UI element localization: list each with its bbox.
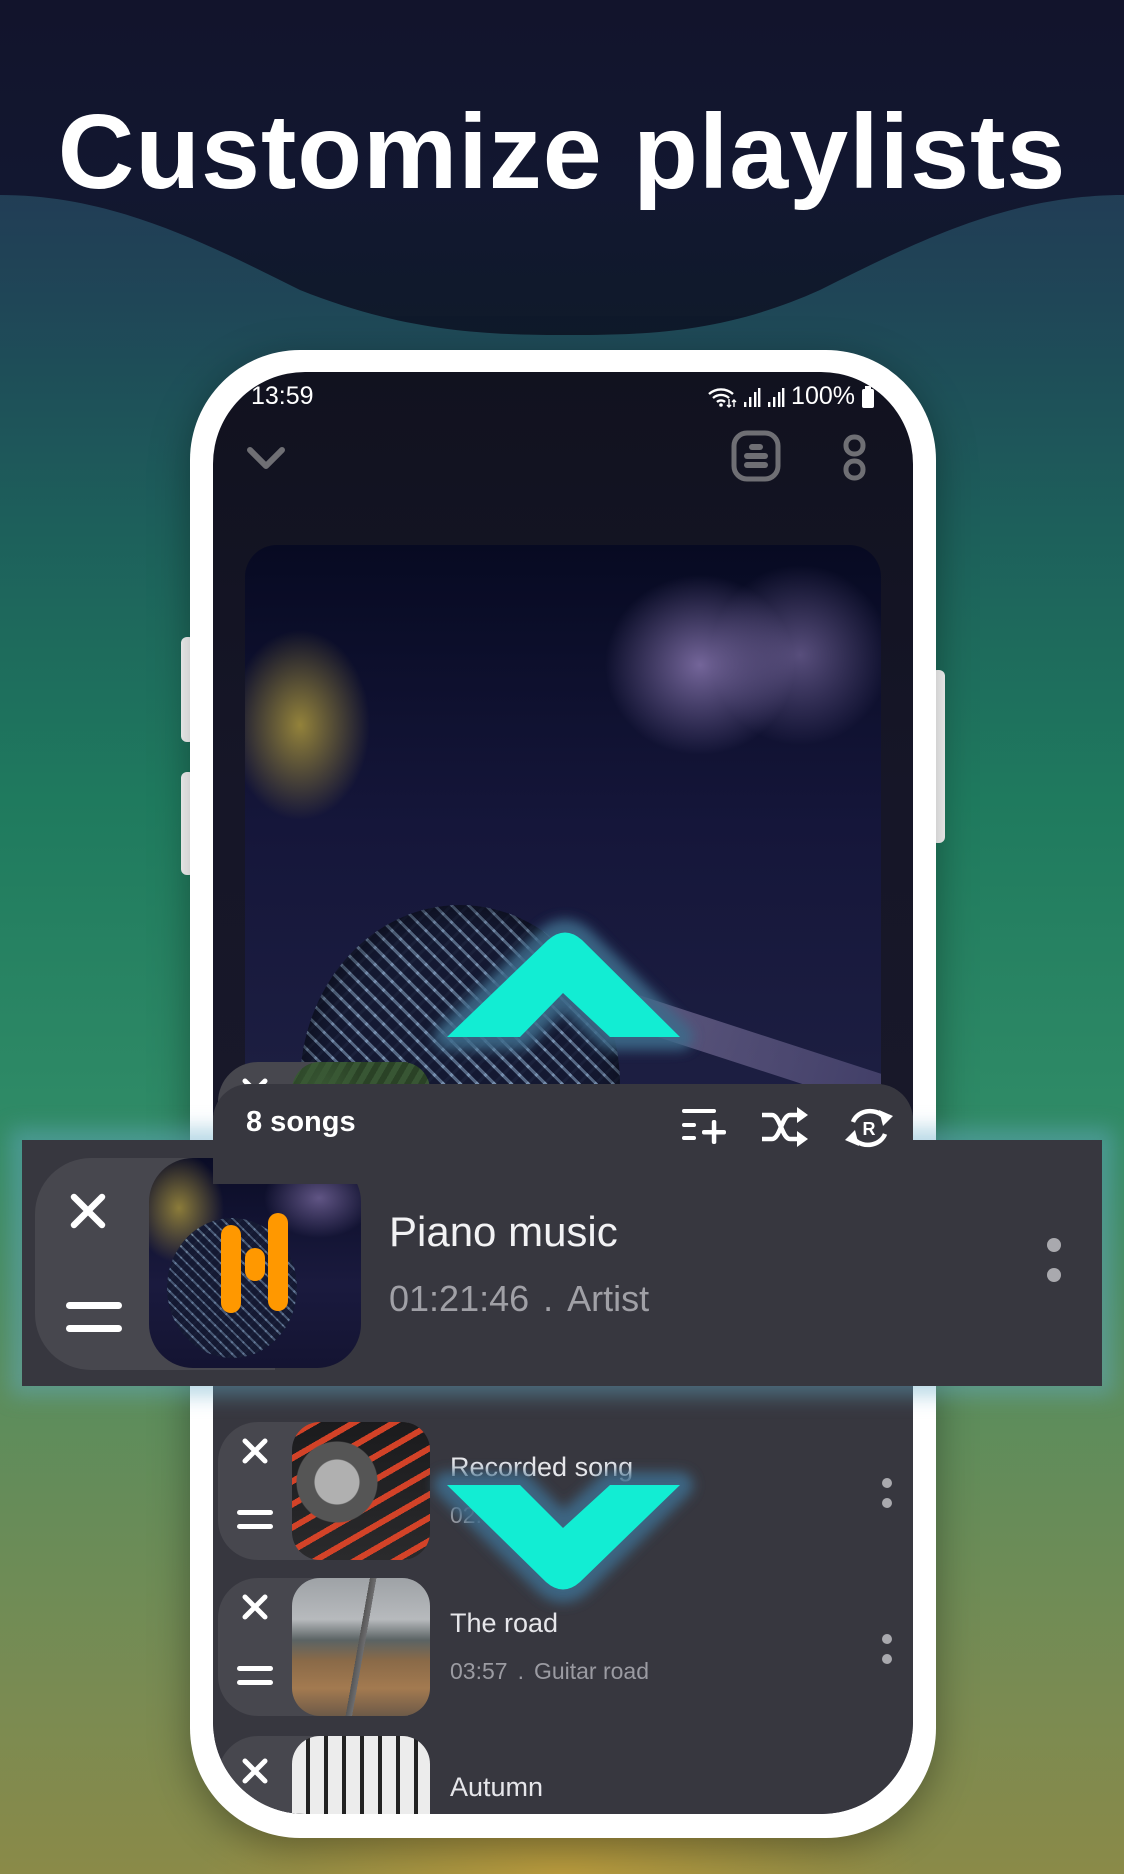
songs-count: 8 songs bbox=[246, 1106, 356, 1138]
song-row[interactable]: Autumn bbox=[218, 1736, 908, 1814]
shuffle-icon bbox=[762, 1107, 808, 1147]
song-subtitle: 01:21:46. Artist bbox=[389, 1278, 649, 1320]
song-subtitle: 03:57. Guitar road bbox=[450, 1658, 649, 1685]
app-logo-icon bbox=[221, 1213, 288, 1313]
separator: . bbox=[517, 1658, 524, 1684]
close-icon[interactable] bbox=[240, 1756, 270, 1786]
song-duration: 03:57 bbox=[450, 1658, 508, 1684]
collapse-button[interactable] bbox=[243, 436, 289, 482]
lyrics-button[interactable] bbox=[731, 430, 781, 482]
close-icon[interactable] bbox=[240, 1592, 270, 1622]
song-more-button[interactable] bbox=[880, 1472, 894, 1512]
status-icons: 100% bbox=[707, 382, 875, 411]
repeat-badge: R bbox=[863, 1119, 876, 1139]
drag-handle-icon[interactable] bbox=[64, 1300, 124, 1334]
song-title: The road bbox=[450, 1608, 559, 1638]
signal-icon bbox=[768, 387, 785, 407]
song-title: Piano music bbox=[389, 1208, 618, 1255]
song-row[interactable]: The road 03:57. Guitar road bbox=[218, 1578, 908, 1716]
add-to-playlist-icon bbox=[682, 1109, 726, 1144]
song-artist: Guitar road bbox=[533, 1658, 650, 1684]
separator: . bbox=[491, 1502, 499, 1528]
song-artist: Artist bbox=[567, 1278, 650, 1319]
chevron-down-icon bbox=[247, 447, 285, 469]
album-art bbox=[245, 545, 881, 1105]
song-subtitle: 02:. My bbox=[450, 1502, 539, 1529]
song-thumbnail bbox=[292, 1736, 430, 1814]
battery-icon bbox=[862, 385, 874, 408]
song-thumbnail bbox=[149, 1158, 361, 1368]
status-time: 13:59 bbox=[251, 382, 314, 410]
song-duration: 02: bbox=[450, 1502, 482, 1528]
song-more-button[interactable] bbox=[1046, 1236, 1062, 1286]
wifi-icon bbox=[708, 387, 737, 408]
song-row[interactable]: Recorded song 02:. My bbox=[218, 1422, 908, 1560]
signal-icon bbox=[744, 387, 761, 407]
repeat-icon: R bbox=[845, 1108, 893, 1148]
separator: . bbox=[543, 1278, 554, 1319]
more-vertical-icon bbox=[843, 434, 866, 481]
song-thumbnail bbox=[292, 1578, 430, 1716]
lyrics-icon bbox=[731, 430, 781, 482]
song-duration: 01:21:46 bbox=[389, 1278, 530, 1319]
song-artist: My bbox=[508, 1502, 540, 1528]
close-icon[interactable] bbox=[240, 1436, 270, 1466]
repeat-button[interactable]: R bbox=[843, 1106, 895, 1150]
status-bar: 13:59 100% bbox=[213, 372, 913, 422]
song-more-button[interactable] bbox=[880, 1628, 894, 1668]
more-options-button[interactable] bbox=[843, 434, 867, 482]
song-thumbnail bbox=[292, 1422, 430, 1560]
add-to-playlist-button[interactable] bbox=[680, 1106, 728, 1146]
queue-header: 8 songs R bbox=[213, 1084, 913, 1184]
battery-percent: 100% bbox=[791, 382, 855, 410]
drag-handle-icon[interactable] bbox=[235, 1664, 275, 1688]
close-icon[interactable] bbox=[67, 1190, 109, 1232]
drag-handle-icon[interactable] bbox=[235, 1508, 275, 1532]
headline: Customize playlists bbox=[57, 93, 1067, 211]
shuffle-button[interactable] bbox=[760, 1106, 810, 1148]
song-title: Recorded song bbox=[450, 1452, 634, 1482]
song-title: Autumn bbox=[450, 1772, 544, 1802]
phone-screen: 13:59 100% Recorded song 02: . My The ro… bbox=[213, 372, 913, 1814]
